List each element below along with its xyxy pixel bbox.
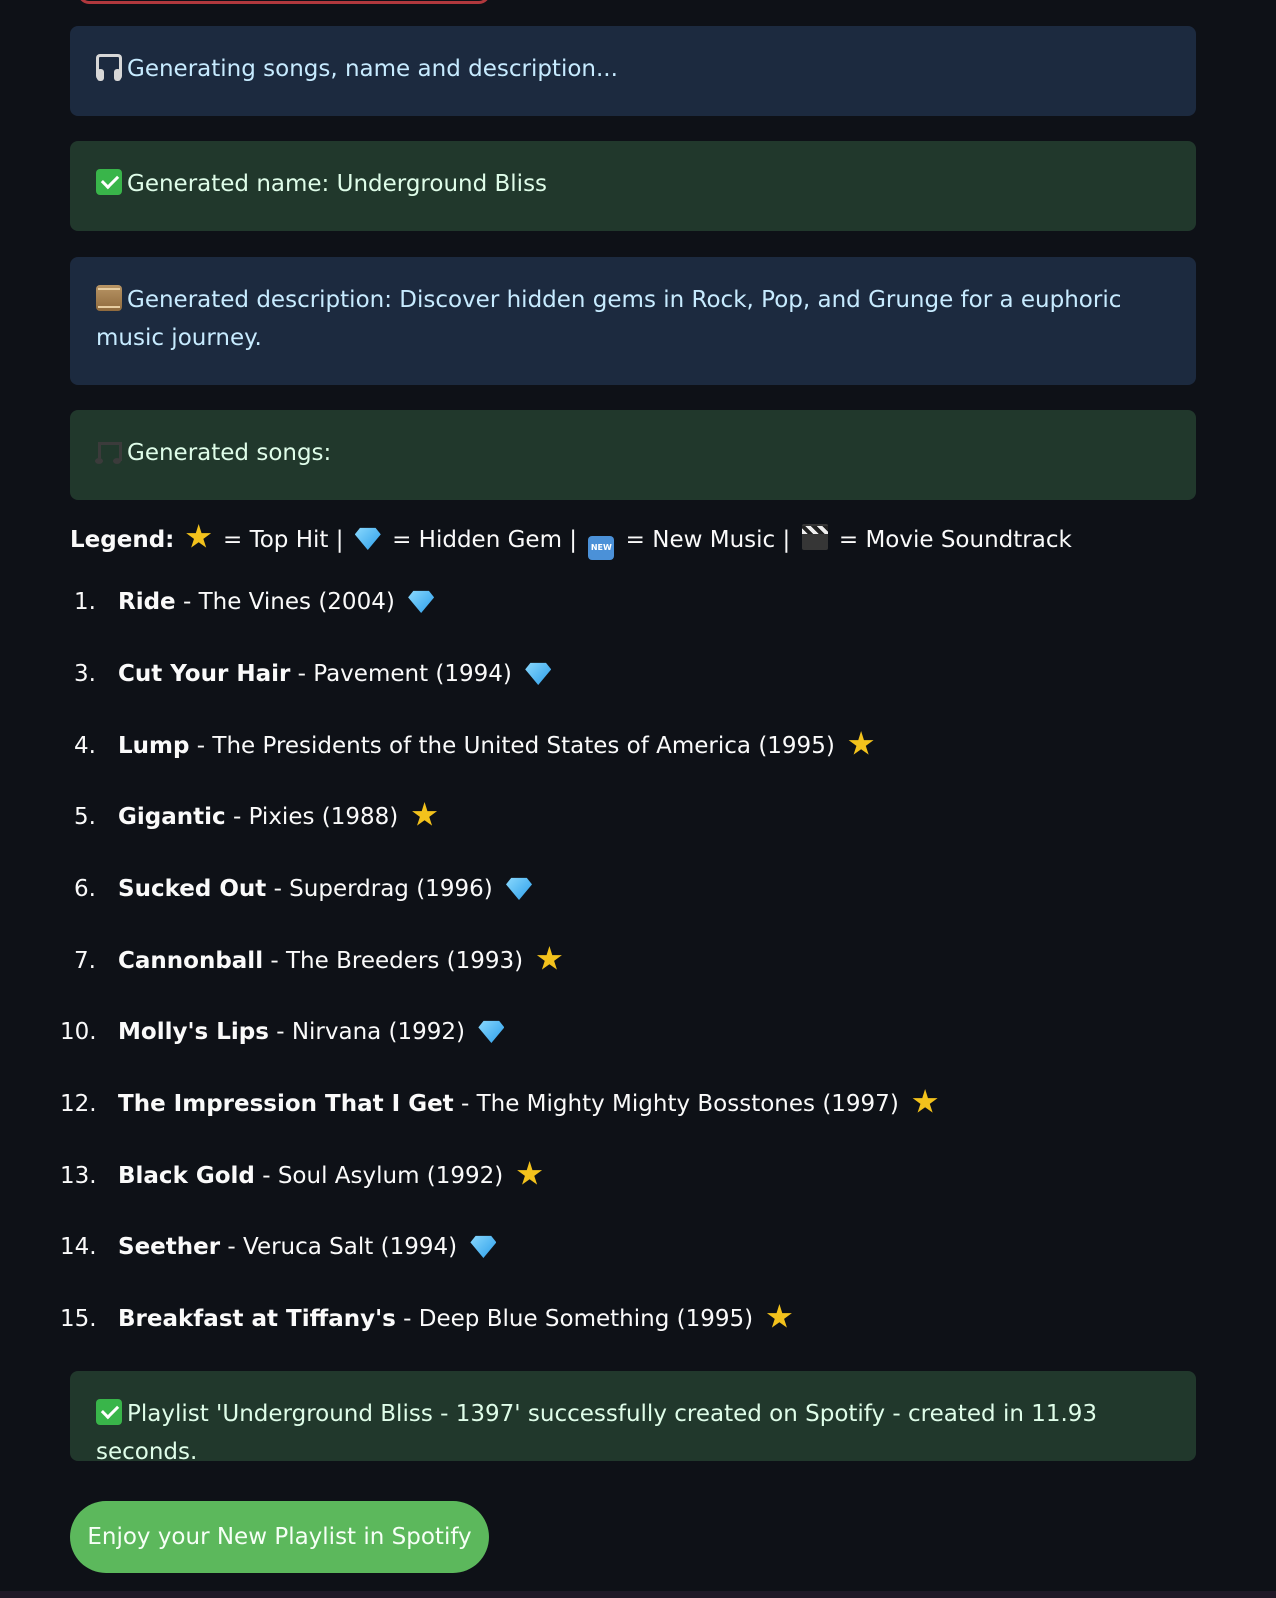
song-artist-year: - Deep Blue Something (1995)	[403, 1306, 754, 1332]
song-list-item: 12. The Impression That I Get - The Might…	[60, 1086, 938, 1122]
song-artist-year: - Pixies (1988)	[232, 804, 399, 830]
song-artist-year: - Soul Asylum (1992)	[262, 1163, 504, 1189]
song-title: Gigantic	[118, 804, 226, 830]
song-title: Breakfast at Tiffany's	[118, 1306, 396, 1332]
generating-status-text: Generating songs, name and description..…	[127, 56, 618, 82]
song-title: Lump	[118, 733, 190, 759]
legend-movie-soundtrack: = Movie Soundtrack	[838, 527, 1072, 553]
song-list-item: 7. Cannonball - The Breeders (1993)	[60, 943, 562, 979]
gem-icon	[354, 527, 381, 550]
new-icon: NEW	[588, 536, 615, 560]
song-artist-year: - Nirvana (1992)	[276, 1019, 466, 1045]
open-spotify-playlist-button[interactable]: Enjoy your New Playlist in Spotify	[70, 1501, 489, 1573]
song-number: 15.	[60, 1306, 97, 1332]
generated-description-text: Generated description: Discover hidden g…	[96, 287, 1122, 351]
song-title: Seether	[118, 1234, 221, 1260]
song-number: 14.	[60, 1234, 97, 1260]
gem-icon	[470, 1235, 497, 1258]
playlist-created-text: Playlist 'Underground Bliss - 1397' succ…	[96, 1401, 1098, 1465]
song-list-item: 4. Lump - The Presidents of the United St…	[60, 728, 874, 764]
generated-name-text: Generated name: Underground Bliss	[127, 171, 548, 197]
previous-action-button-edge[interactable]	[78, 0, 490, 4]
song-number: 12.	[60, 1091, 97, 1117]
song-legend: Legend: = Top Hit | = Hidden Gem | NEW =…	[70, 524, 1072, 560]
song-title: Molly's Lips	[118, 1019, 269, 1045]
star-icon	[912, 1089, 938, 1113]
song-artist-year: - Veruca Salt (1994)	[227, 1234, 458, 1260]
song-number: 7.	[74, 948, 96, 974]
star-icon	[766, 1304, 792, 1328]
song-artist-year: - The Breeders (1993)	[270, 948, 524, 974]
generated-name-alert: Generated name: Underground Bliss	[70, 141, 1196, 231]
star-icon	[186, 524, 212, 548]
legend-top-hit: = Top Hit |	[222, 527, 344, 553]
song-list-item: 13. Black Gold - Soul Asylum (1992)	[60, 1158, 543, 1194]
song-artist-year: - Pavement (1994)	[297, 661, 512, 687]
gem-icon	[525, 662, 552, 685]
song-list-item: 5. Gigantic - Pixies (1988)	[60, 799, 438, 835]
song-list-item: 6. Sucked Out - Superdrag (1996)	[60, 871, 533, 907]
song-list-item: 15. Breakfast at Tiffany's - Deep Blue So…	[60, 1301, 792, 1337]
legend-label: Legend:	[70, 527, 175, 553]
song-title: Ride	[118, 589, 176, 615]
check-icon	[96, 1399, 122, 1425]
song-number: 13.	[60, 1163, 97, 1189]
song-list-item: 10. Molly's Lips - Nirvana (1992)	[60, 1014, 505, 1050]
song-artist-year: - The Mighty Mighty Bosstones (1997)	[460, 1091, 899, 1117]
star-icon	[536, 946, 562, 970]
playlist-created-alert: Playlist 'Underground Bliss - 1397' succ…	[70, 1371, 1196, 1465]
clapper-board-icon	[801, 524, 828, 550]
song-number: 5.	[74, 804, 96, 830]
song-number: 4.	[74, 733, 96, 759]
headphones-icon	[96, 54, 122, 81]
song-artist-year: - The Presidents of the United States of…	[196, 733, 835, 759]
star-icon	[848, 731, 874, 755]
song-title: The Impression That I Get	[118, 1091, 454, 1117]
scroll-icon	[96, 285, 122, 311]
generated-description-alert: Generated description: Discover hidden g…	[70, 257, 1196, 385]
song-artist-year: - The Vines (2004)	[182, 589, 395, 615]
star-icon	[517, 1161, 543, 1185]
song-number: 6.	[74, 876, 96, 902]
song-number: 3.	[74, 661, 96, 687]
gem-icon	[506, 877, 533, 900]
generating-status-alert: Generating songs, name and description..…	[70, 26, 1196, 116]
gem-icon	[478, 1020, 505, 1043]
song-title: Cannonball	[118, 948, 264, 974]
star-icon	[412, 802, 438, 826]
song-artist-year: - Superdrag (1996)	[273, 876, 493, 902]
song-title: Sucked Out	[118, 876, 267, 902]
song-title: Black Gold	[118, 1163, 255, 1189]
legend-hidden-gem: = Hidden Gem |	[392, 527, 578, 553]
generated-songs-alert: Generated songs:	[70, 410, 1196, 500]
check-icon	[96, 169, 122, 195]
song-number: 1.	[74, 589, 96, 615]
song-list-item: 14. Seether - Veruca Salt (1994)	[60, 1229, 497, 1265]
song-list-item: 3. Cut Your Hair - Pavement (1994)	[60, 656, 552, 692]
gem-icon	[408, 590, 435, 613]
bottom-footer-strip	[0, 1591, 1276, 1598]
song-number: 10.	[60, 1019, 97, 1045]
music-note-icon	[95, 438, 122, 464]
legend-new-music: = New Music |	[625, 527, 791, 553]
song-list-item: 1. Ride - The Vines (2004)	[60, 584, 435, 620]
song-title: Cut Your Hair	[118, 661, 291, 687]
generated-songs-heading: Generated songs:	[127, 440, 332, 466]
